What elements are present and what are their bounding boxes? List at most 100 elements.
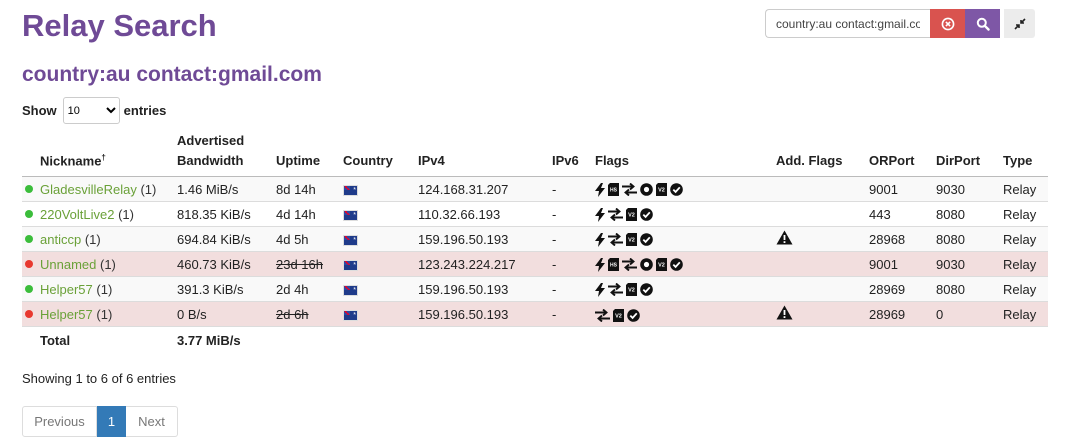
- clear-icon: [941, 17, 954, 30]
- total-bandwidth: 3.77 MiB/s: [177, 326, 276, 353]
- ipv4-cell: 159.196.50.193: [418, 276, 552, 302]
- dirport-cell: 8080: [936, 276, 1003, 302]
- stable-icon: [608, 231, 626, 247]
- flags-cell: V2: [595, 276, 776, 302]
- clear-search-button[interactable]: [930, 9, 965, 38]
- dirport-cell: 0: [936, 301, 1003, 327]
- type-cell: Relay: [1003, 276, 1048, 302]
- ipv6-cell: -: [552, 251, 595, 277]
- relay-family-count: (1): [96, 281, 113, 297]
- add-flags-cell: [776, 201, 869, 227]
- col-flags[interactable]: Flags: [595, 131, 776, 177]
- uptime-cell: 2d 6h: [276, 301, 343, 327]
- hsdir-icon: HS: [608, 181, 622, 197]
- col-country[interactable]: Country: [343, 131, 418, 177]
- stable-icon: [608, 281, 626, 297]
- valid-icon: [627, 306, 643, 322]
- col-bandwidth[interactable]: Advertised Bandwidth: [177, 131, 276, 177]
- australia-flag-icon[interactable]: [343, 184, 358, 196]
- ipv4-cell: 123.243.224.217: [418, 251, 552, 277]
- table-row: anticcp (1) 694.84 KiB/s4d 5h 159.196.50.1…: [22, 226, 1048, 252]
- table-header-row: Nickname† Advertised Bandwidth Uptime Cou…: [22, 131, 1048, 177]
- orport-cell: 28969: [869, 276, 936, 302]
- relay-nickname-link[interactable]: Unnamed: [40, 257, 96, 272]
- fast-icon: [595, 231, 608, 247]
- dirport-cell: 9030: [936, 251, 1003, 277]
- bandwidth-cell: 391.3 KiB/s: [177, 276, 276, 302]
- status-up-icon: [25, 185, 33, 194]
- orport-cell: 9001: [869, 251, 936, 277]
- relay-family-count: (1): [100, 256, 116, 272]
- svg-text:V2: V2: [658, 263, 665, 269]
- type-cell: Relay: [1003, 251, 1048, 277]
- orport-cell: 9001: [869, 176, 936, 202]
- table-row: Helper57 (1) 0 B/s2d 6h 159.196.50.193- V2 2…: [22, 301, 1048, 327]
- col-orport[interactable]: ORPort: [869, 131, 936, 177]
- search-bar: [765, 9, 1035, 38]
- col-ipv6[interactable]: IPv6: [552, 131, 595, 177]
- australia-flag-icon[interactable]: [343, 234, 358, 246]
- valid-icon: [640, 281, 656, 297]
- col-ipv4[interactable]: IPv4: [418, 131, 552, 177]
- relay-nickname-link[interactable]: Helper57: [40, 307, 93, 322]
- relay-nickname-link[interactable]: GladesvilleRelay: [40, 182, 137, 197]
- col-dirport[interactable]: DirPort: [936, 131, 1003, 177]
- fast-icon: [595, 256, 608, 272]
- dirport-cell: 9030: [936, 176, 1003, 202]
- relay-nickname-link[interactable]: Helper57: [40, 282, 93, 297]
- bandwidth-cell: 1.46 MiB/s: [177, 176, 276, 202]
- uptime-cell: 4d 14h: [276, 201, 343, 227]
- collapse-button[interactable]: [1004, 9, 1035, 38]
- ipv6-cell: -: [552, 226, 595, 252]
- table-row: GladesvilleRelay (1) 1.46 MiB/s8d 14h 124.…: [22, 176, 1048, 202]
- stable-icon: [608, 206, 626, 222]
- ipv6-cell: -: [552, 301, 595, 327]
- australia-flag-icon[interactable]: [343, 309, 358, 321]
- entries-select[interactable]: 10: [62, 97, 120, 124]
- total-label: Total: [22, 326, 177, 353]
- stable-icon: [622, 181, 640, 197]
- total-row: Total 3.77 MiB/s: [22, 326, 1048, 353]
- flags-cell: HS V2: [595, 251, 776, 277]
- guard-icon: [640, 181, 656, 197]
- status-up-icon: [25, 235, 33, 244]
- col-type[interactable]: Type: [1003, 131, 1048, 177]
- country-cell: [343, 226, 418, 252]
- compress-icon: [1013, 17, 1026, 30]
- flags-cell: HS V2: [595, 176, 776, 202]
- col-uptime[interactable]: Uptime: [276, 131, 343, 177]
- relay-nickname-link[interactable]: 220VoltLive2: [40, 207, 114, 222]
- svg-text:V2: V2: [658, 188, 665, 194]
- svg-text:V2: V2: [628, 238, 635, 244]
- col-nickname[interactable]: Nickname†: [22, 131, 177, 177]
- add-flags-cell: [776, 251, 869, 277]
- relay-nickname-link[interactable]: anticcp: [40, 232, 81, 247]
- entries-length-control: Show 10 entries: [22, 97, 166, 124]
- col-add-flags[interactable]: Add. Flags: [776, 131, 869, 177]
- ipv4-cell: 124.168.31.207: [418, 176, 552, 202]
- bandwidth-cell: 0 B/s: [177, 301, 276, 327]
- type-cell: Relay: [1003, 301, 1048, 327]
- australia-flag-icon[interactable]: [343, 209, 358, 221]
- australia-flag-icon[interactable]: [343, 259, 358, 271]
- uptime-cell: 23d 16h: [276, 251, 343, 277]
- v2dir-icon: V2: [656, 181, 670, 197]
- svg-text:V2: V2: [615, 313, 622, 319]
- type-cell: Relay: [1003, 226, 1048, 252]
- search-button[interactable]: [965, 9, 1000, 38]
- search-input[interactable]: [765, 9, 930, 38]
- next-page-button[interactable]: Next: [126, 406, 178, 437]
- fast-icon: [595, 206, 608, 222]
- relay-family-count: (1): [96, 306, 113, 322]
- status-down-icon: [25, 310, 33, 319]
- type-cell: Relay: [1003, 176, 1048, 202]
- previous-page-button[interactable]: Previous: [22, 406, 97, 437]
- length-suffix: entries: [123, 103, 167, 118]
- page-1-button[interactable]: 1: [97, 406, 126, 437]
- query-title: country:au contact:gmail.com: [22, 63, 322, 86]
- v2dir-icon: V2: [626, 206, 640, 222]
- ipv4-cell: 159.196.50.193: [418, 301, 552, 327]
- orport-cell: 443: [869, 201, 936, 227]
- fast-icon: [595, 281, 608, 297]
- australia-flag-icon[interactable]: [343, 284, 358, 296]
